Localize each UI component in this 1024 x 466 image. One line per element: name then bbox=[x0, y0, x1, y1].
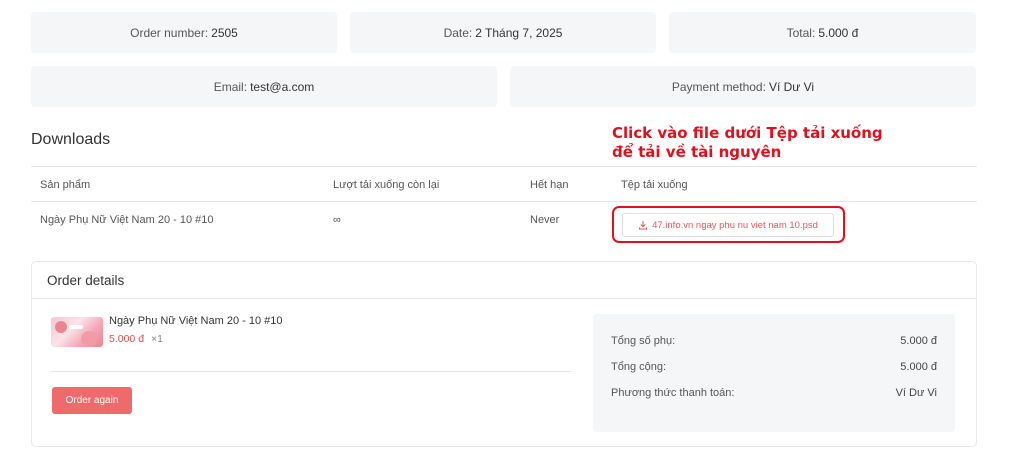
total-value: 5.000 đ bbox=[900, 361, 937, 373]
total-label: Total: bbox=[786, 25, 816, 40]
download-file-button[interactable]: 47.info.vn ngay phu nu viet nam 10.psd bbox=[622, 213, 834, 237]
product-name-link[interactable]: Ngày Phụ Nữ Việt Nam 20 - 10 #10 bbox=[109, 315, 282, 327]
order-number-label: Order number: bbox=[130, 25, 209, 40]
total-value: 5.000 đ bbox=[818, 25, 859, 40]
date-box: Date: 2 Tháng 7, 2025 bbox=[350, 12, 656, 53]
order-details-title: Order details bbox=[32, 262, 976, 299]
email-label: Email: bbox=[213, 79, 248, 94]
downloads-title: Downloads bbox=[31, 131, 111, 148]
annotation-line-1: Click vào file dưới Tệp tải xuống bbox=[612, 124, 883, 142]
subtotal-value: 5.000 đ bbox=[900, 335, 937, 347]
order-summary: Tổng số phụ: 5.000 đ Tổng cộng: 5.000 đ … bbox=[593, 314, 955, 432]
download-annotation: Click vào file dưới Tệp tải xuống để tải… bbox=[612, 124, 932, 162]
payment-label: Phương thức thanh toán: bbox=[611, 387, 735, 399]
download-file-name: 47.info.vn ngay phu nu viet nam 10.psd bbox=[652, 219, 818, 231]
payment-value: Ví Dư Vi bbox=[895, 387, 937, 399]
payment-method-label: Payment method: bbox=[671, 79, 766, 94]
order-number-value: 2505 bbox=[211, 25, 238, 40]
summary-row-total: Tổng cộng: 5.000 đ bbox=[611, 361, 937, 373]
email-value: test@a.com bbox=[250, 79, 315, 94]
column-file: Tệp tải xuống bbox=[621, 179, 688, 191]
product-price: 5.000 đ ×1 bbox=[109, 333, 163, 345]
order-again-button[interactable]: Order again bbox=[52, 387, 132, 414]
total-label: Tổng cộng: bbox=[611, 361, 667, 373]
column-product: Sản phẩm bbox=[40, 179, 91, 191]
date-value: 2 Tháng 7, 2025 bbox=[475, 25, 563, 40]
order-number-box: Order number: 2505 bbox=[31, 12, 337, 53]
column-remaining: Lượt tải xuống còn lại bbox=[333, 179, 440, 191]
summary-row-payment: Phương thức thanh toán: Ví Dư Vi bbox=[611, 387, 937, 399]
subtotal-label: Tổng số phụ: bbox=[611, 335, 676, 347]
total-box: Total: 5.000 đ bbox=[669, 12, 976, 53]
row-remaining: ∞ bbox=[333, 214, 341, 226]
date-label: Date: bbox=[443, 25, 473, 40]
row-product: Ngày Phụ Nữ Việt Nam 20 - 10 #10 bbox=[40, 214, 214, 226]
product-quantity: ×1 bbox=[150, 333, 163, 345]
row-expires: Never bbox=[530, 214, 560, 226]
downloads-table-header: Sản phẩm Lượt tải xuống còn lại Hết hạn … bbox=[31, 166, 977, 202]
product-thumbnail[interactable] bbox=[51, 317, 103, 347]
payment-method-value: Ví Dư Vi bbox=[768, 79, 815, 94]
column-expires: Hết hạn bbox=[530, 179, 569, 191]
annotation-line-2: để tải về tài nguyên bbox=[612, 143, 782, 161]
download-icon bbox=[639, 221, 648, 230]
summary-row-subtotal: Tổng số phụ: 5.000 đ bbox=[611, 335, 937, 347]
product-price-value: 5.000 đ bbox=[109, 333, 145, 345]
divider bbox=[51, 371, 571, 372]
payment-method-box: Payment method: Ví Dư Vi bbox=[510, 66, 976, 107]
email-box: Email: test@a.com bbox=[31, 66, 497, 107]
order-details-card: Order details Ngày Phụ Nữ Việt Nam 20 - … bbox=[31, 261, 977, 447]
